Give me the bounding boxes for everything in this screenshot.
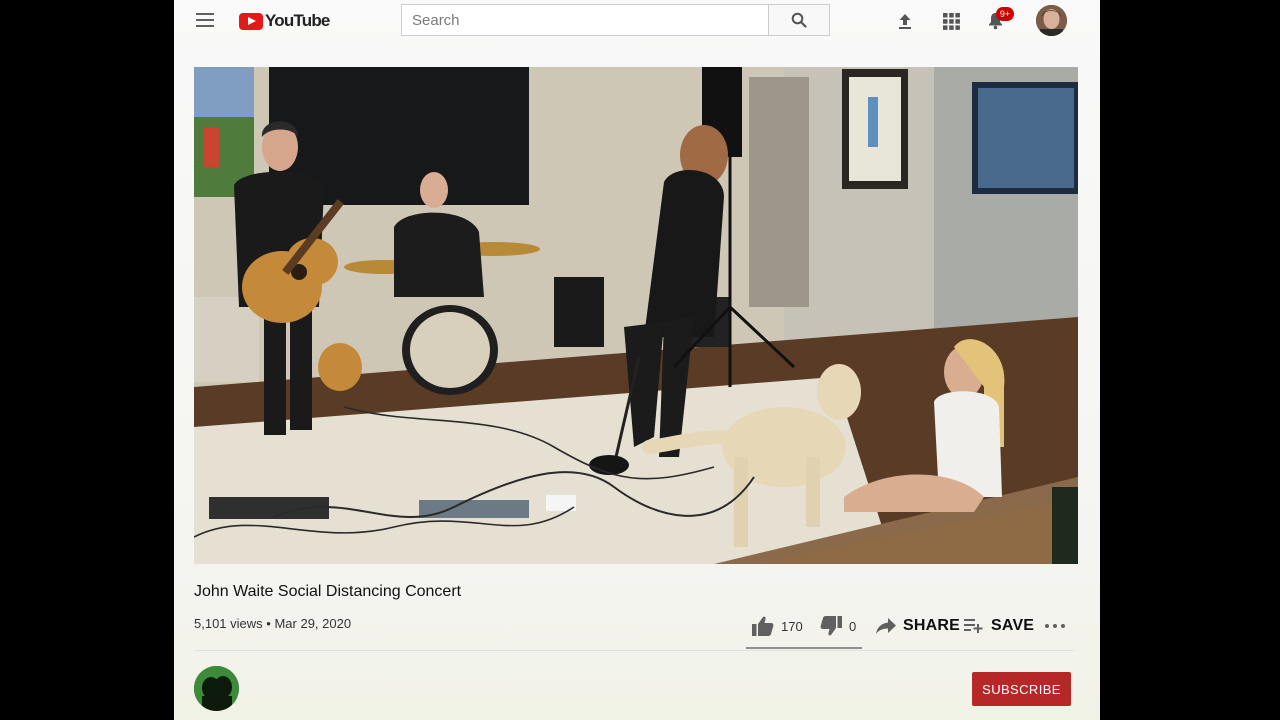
apps-button[interactable] [940,10,962,32]
save-label: SAVE [991,617,1035,634]
youtube-logo-icon [239,12,263,30]
apps-icon [942,12,960,30]
dislike-button[interactable]: 0 [820,612,856,640]
youtube-logo[interactable]: YouTube [239,10,330,32]
thumbs-up-icon [752,616,774,636]
avatar[interactable] [1036,5,1067,36]
upload-button[interactable] [894,10,916,32]
divider [194,650,1074,651]
share-icon [876,618,896,634]
video-frame [194,67,1078,564]
video-title: John Waite Social Distancing Concert [194,583,462,600]
logo-text: YouTube [265,11,330,30]
video-player[interactable] [194,67,1078,564]
notification-badge: 9+ [996,7,1014,21]
save-button[interactable]: SAVE [964,612,1034,640]
sentiment-bar [746,647,862,649]
like-count: 170 [781,618,803,634]
subscribe-button[interactable]: SUBSCRIBE [972,672,1071,706]
search-input[interactable] [401,4,769,36]
upload-icon [899,14,911,29]
sentiment-bar-fill [746,647,862,649]
thumbs-down-icon [820,616,842,636]
playlist-add-icon [964,619,983,633]
video-info: 5,101 views • Mar 29, 2020 [194,616,351,631]
more-actions-button[interactable] [1044,612,1066,640]
share-button[interactable]: SHARE [876,612,960,640]
channel-avatar[interactable] [194,666,239,711]
search-icon [791,12,807,28]
menu-icon[interactable] [196,13,214,27]
youtube-watch-page: YouTube Search 9+ John Waite Social Dist… [174,0,1100,720]
search-button[interactable] [769,4,830,36]
like-button[interactable]: 170 [752,612,803,640]
info-separator: • [266,616,271,631]
view-count: 5,101 views [194,616,263,631]
dislike-count: 0 [849,618,857,634]
masthead: YouTube Search 9+ [174,0,1100,42]
upload-date: Mar 29, 2020 [274,616,352,631]
share-label: SHARE [903,617,961,634]
more-horizontal-icon [1045,624,1065,628]
